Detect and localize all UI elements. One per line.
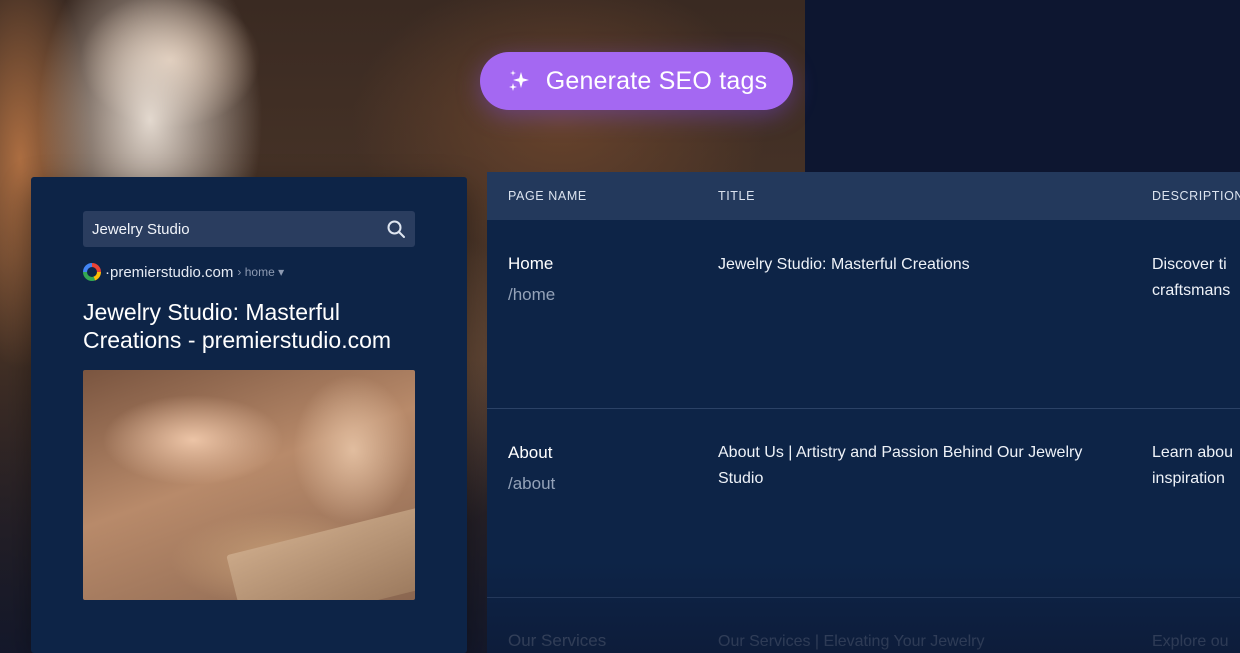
column-header-description: DESCRIPTION <box>1152 189 1240 203</box>
table-row[interactable]: Home /home Jewelry Studio: Masterful Cre… <box>487 220 1240 408</box>
search-preview-card: Jewelry Studio ·premierstudio.com › home… <box>31 177 467 653</box>
row-title: About Us | Artistry and Passion Behind O… <box>718 444 1083 487</box>
row-title: Jewelry Studio: Masterful Creations <box>718 256 970 273</box>
column-header-page-name: PAGE NAME <box>508 189 587 203</box>
seo-table: PAGE NAME TITLE DESCRIPTION Home /home J… <box>487 172 1240 653</box>
table-row[interactable]: About /about About Us | Artistry and Pas… <box>487 409 1240 597</box>
search-icon[interactable] <box>386 219 406 239</box>
sparkle-icon <box>508 70 529 91</box>
google-icon <box>83 263 101 281</box>
row-page-name: Our Services <box>508 631 607 650</box>
thumbnail-workbench <box>226 506 415 600</box>
row-description: Explore ou <box>1152 633 1229 650</box>
table-row[interactable]: Our Services Our Services | Elevating Yo… <box>487 598 1240 653</box>
breadcrumb: ·premierstudio.com › home ▾ <box>83 263 284 281</box>
breadcrumb-domain: ·premierstudio.com <box>105 263 234 281</box>
row-page-path: /home <box>508 285 556 304</box>
table-header: PAGE NAME TITLE DESCRIPTION <box>487 172 1240 220</box>
row-page-path: /about <box>508 474 556 493</box>
row-title: Our Services | Elevating Your Jewelry <box>718 633 985 650</box>
column-header-title: TITLE <box>718 189 756 203</box>
row-description: Learn abou inspiration <box>1152 444 1233 487</box>
row-page-name: Home <box>508 254 554 273</box>
preview-thumbnail-image <box>83 370 415 600</box>
breadcrumb-path: › home ▾ <box>237 265 285 279</box>
search-query: Jewelry Studio <box>92 220 190 238</box>
generate-seo-tags-label: Generate SEO tags <box>545 66 768 95</box>
preview-title[interactable]: Jewelry Studio: Masterful Creations - pr… <box>83 298 423 354</box>
row-description: Discover ti craftsmans <box>1152 256 1231 299</box>
search-input[interactable]: Jewelry Studio <box>83 211 415 247</box>
row-page-name: About <box>508 443 553 462</box>
generate-seo-tags-button[interactable]: Generate SEO tags <box>480 52 793 110</box>
